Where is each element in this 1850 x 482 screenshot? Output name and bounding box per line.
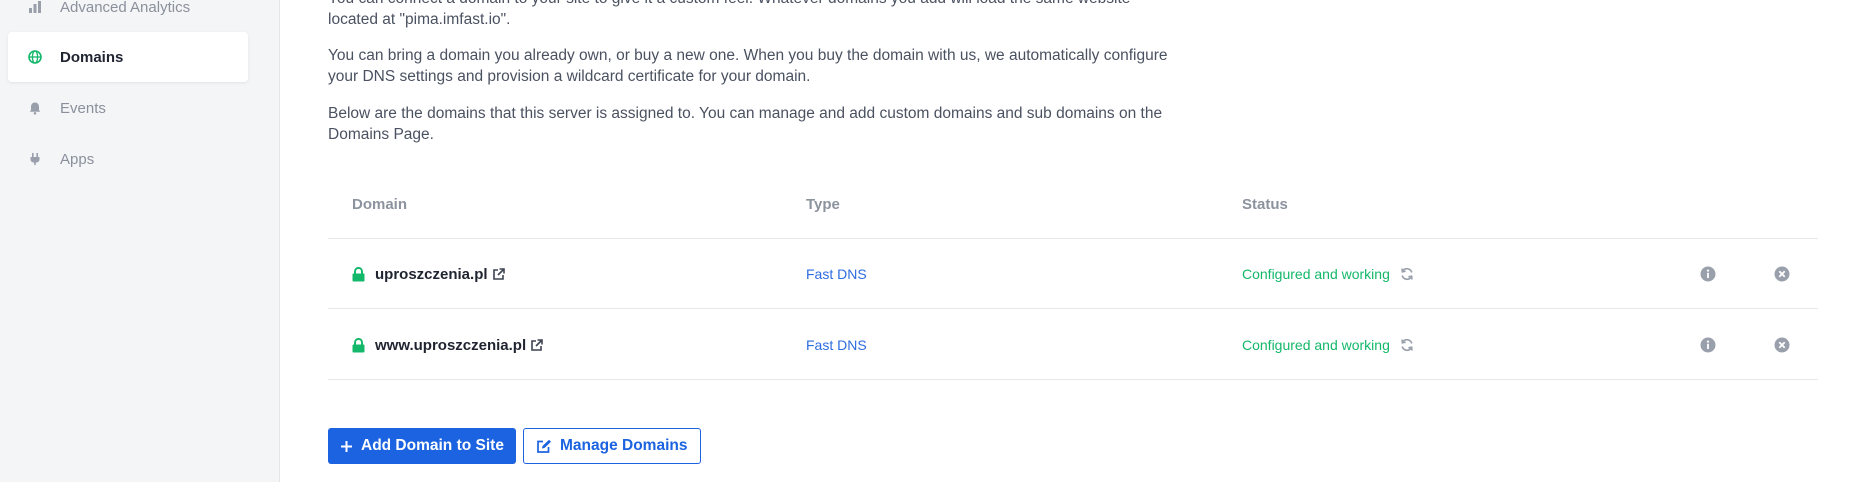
type-cell: Fast DNS (806, 310, 867, 380)
sidebar-item-advanced-analytics[interactable]: Advanced Analytics (8, 0, 248, 32)
sidebar: Advanced Analytics Domains Events Apps (0, 0, 280, 482)
domain-cell: www.uproszczenia.pl (352, 310, 543, 380)
sidebar-item-label: Domains (60, 48, 124, 66)
column-header-status: Status (1242, 196, 1288, 213)
remove-cell (1774, 239, 1790, 309)
info-cell (1700, 239, 1716, 309)
info-icon[interactable] (1700, 266, 1716, 282)
sidebar-item-events[interactable]: Events (8, 83, 248, 133)
type-cell: Fast DNS (806, 239, 867, 309)
plus-icon (340, 440, 353, 453)
status-text: Configured and working (1242, 337, 1390, 353)
globe-icon (24, 46, 46, 68)
intro-text-line: your DNS settings and provision a wildca… (328, 68, 811, 85)
table-row: www.uproszczenia.pl Fast DNS Configured … (328, 310, 1818, 380)
remove-icon[interactable] (1774, 266, 1790, 282)
plug-icon (24, 148, 46, 170)
domain-cell: uproszczenia.pl (352, 239, 505, 309)
chart-icon (24, 0, 46, 18)
status-cell: Configured and working (1242, 239, 1414, 309)
intro-text-line: Below are the domains that this server i… (328, 105, 1163, 122)
bell-icon (24, 97, 46, 119)
sidebar-item-domains[interactable]: Domains (8, 32, 248, 82)
remove-icon[interactable] (1774, 337, 1790, 353)
lock-icon (352, 266, 365, 282)
intro-paragraph-3: Below are the domains that this server i… (328, 103, 1188, 145)
table-row: uproszczenia.pl Fast DNS Configured and … (328, 239, 1818, 309)
sidebar-item-apps[interactable]: Apps (8, 134, 248, 184)
status-text: Configured and working (1242, 266, 1390, 282)
remove-cell (1774, 310, 1790, 380)
domain-link[interactable]: www.uproszczenia.pl (375, 337, 526, 354)
intro-paragraph-1: You can connect a domain to your site to… (328, 0, 1188, 30)
external-link-icon[interactable] (492, 267, 505, 281)
sidebar-item-label: Advanced Analytics (60, 0, 191, 16)
sidebar-item-label: Apps (60, 150, 95, 168)
sidebar-item-label: Events (60, 99, 106, 117)
add-domain-label: Add Domain to Site (361, 437, 504, 454)
info-icon[interactable] (1700, 337, 1716, 353)
type-link[interactable]: Fast DNS (806, 337, 867, 353)
intro-text-line: You can connect a domain to your site to… (328, 0, 1188, 9)
info-cell (1700, 310, 1716, 380)
status-cell: Configured and working (1242, 310, 1414, 380)
column-header-type: Type (806, 196, 840, 213)
domain-link[interactable]: uproszczenia.pl (375, 266, 488, 283)
intro-text-line: Domains Page. (328, 126, 434, 143)
manage-domains-label: Manage Domains (560, 437, 688, 454)
external-link-icon[interactable] (530, 338, 543, 352)
add-domain-button[interactable]: Add Domain to Site (328, 428, 516, 464)
column-header-domain: Domain (352, 196, 408, 213)
refresh-icon[interactable] (1400, 267, 1414, 281)
manage-domains-button[interactable]: Manage Domains (523, 428, 701, 464)
edit-icon (536, 439, 552, 454)
intro-text-line: located at "pima.imfast.io". (328, 11, 511, 28)
intro-text-line: You can bring a domain you already own, … (328, 47, 1168, 64)
refresh-icon[interactable] (1400, 338, 1414, 352)
type-link[interactable]: Fast DNS (806, 266, 867, 282)
lock-icon (352, 337, 365, 353)
intro-paragraph-2: You can bring a domain you already own, … (328, 45, 1188, 87)
